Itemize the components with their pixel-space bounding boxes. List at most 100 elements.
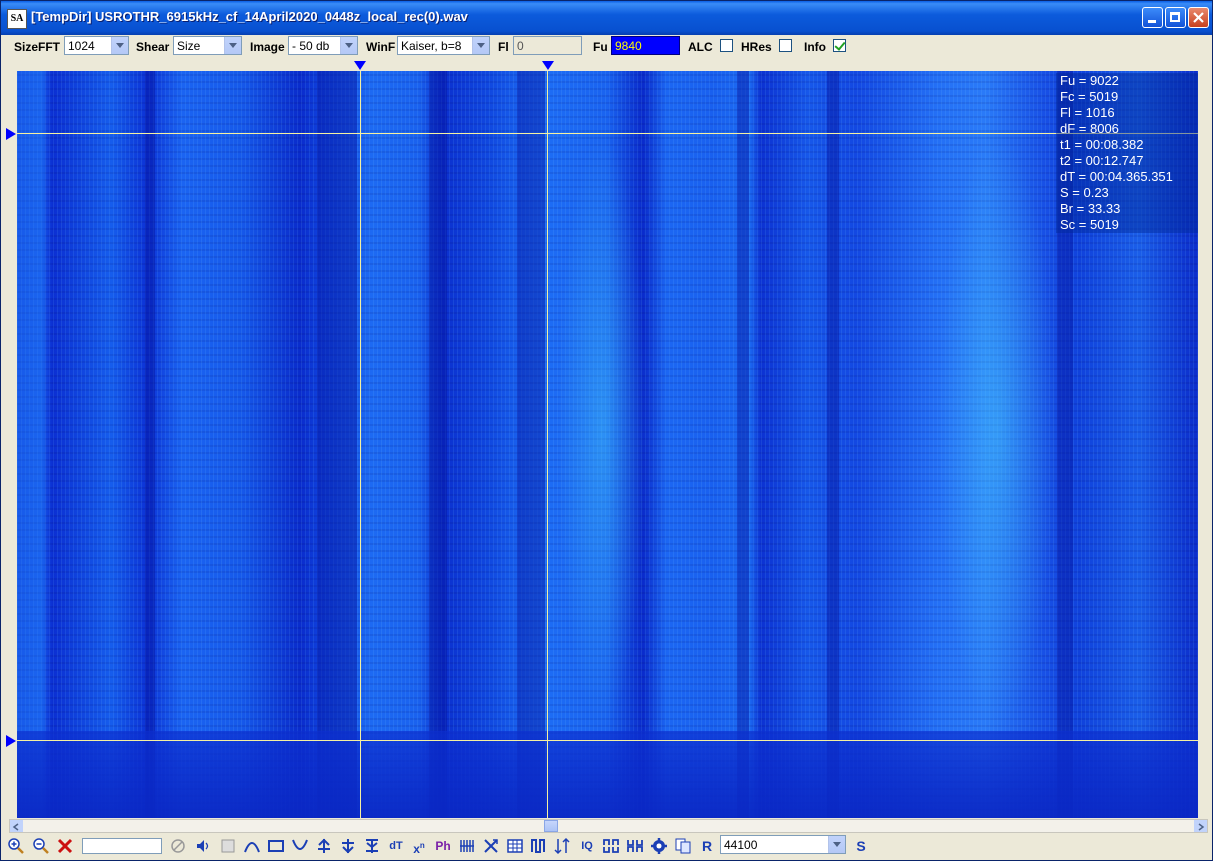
chevron-left-icon: [12, 823, 19, 831]
fu-field[interactable]: 9840: [611, 36, 680, 55]
hres-checkbox[interactable]: [779, 39, 792, 52]
speaker-icon[interactable]: [194, 837, 212, 855]
arc-up-icon[interactable]: [243, 837, 261, 855]
spectral-gap: [145, 71, 155, 818]
spectral-gap: [827, 71, 839, 818]
info-sc: Sc = 5019: [1060, 217, 1119, 232]
sizefft-select[interactable]: 1024: [64, 36, 129, 55]
scroll-left-button[interactable]: [10, 820, 23, 832]
spectral-band: [17, 71, 45, 818]
spectrogram-panel: [1, 59, 1212, 821]
minimize-icon: [1148, 20, 1156, 23]
delete-icon[interactable]: [56, 837, 74, 855]
freq-marker-upper-handle[interactable]: [6, 128, 16, 140]
chevron-down-icon[interactable]: [472, 37, 489, 54]
tool-b-icon[interactable]: [339, 837, 357, 855]
spectral-hotspot: [937, 131, 1057, 731]
no-icon[interactable]: [169, 837, 187, 855]
freq-cursor-lower: [17, 740, 1198, 741]
iq-icon[interactable]: IQ: [578, 837, 596, 855]
maximize-icon: [1170, 12, 1180, 22]
stop-icon[interactable]: [219, 837, 237, 855]
chevron-right-icon: [1198, 823, 1205, 831]
time-cursor-t2: [547, 71, 548, 818]
ph-icon[interactable]: Ph: [434, 837, 452, 855]
chevron-down-icon[interactable]: [828, 836, 845, 853]
zoom-out-icon[interactable]: [32, 837, 50, 855]
spectral-gap: [429, 71, 447, 818]
image-value: - 50 db: [292, 39, 330, 53]
winf-select[interactable]: Kaiser, b=8: [397, 36, 490, 55]
winf-value: Kaiser, b=8: [401, 39, 462, 53]
settings-toolbar: SizeFFT 1024 Shear Size Image - 50 db Wi…: [1, 35, 1212, 59]
xn-icon[interactable]: xn: [410, 837, 428, 856]
freq-marker-lower-handle[interactable]: [6, 735, 16, 747]
cross-icon[interactable]: [482, 837, 500, 855]
dt-icon[interactable]: dT: [386, 837, 406, 855]
shear-select[interactable]: Size: [173, 36, 242, 55]
gear-icon[interactable]: [650, 837, 668, 855]
tool-a-icon[interactable]: [315, 837, 333, 855]
info-checkbox[interactable]: [833, 39, 846, 52]
chevron-down-icon[interactable]: [111, 37, 128, 54]
sizefft-value: 1024: [68, 39, 95, 53]
maximize-button[interactable]: [1165, 7, 1186, 28]
sizefft-label: SizeFFT: [14, 40, 61, 54]
spectrogram-canvas[interactable]: [17, 71, 1198, 818]
pattern-b-icon[interactable]: [626, 837, 644, 855]
time-marker-t2-handle[interactable]: [542, 61, 554, 70]
grid-icon[interactable]: [506, 837, 524, 855]
low-frequency-band: [17, 731, 1198, 818]
comb-icon[interactable]: [458, 837, 476, 855]
s-icon[interactable]: S: [852, 837, 870, 855]
chevron-down-icon[interactable]: [224, 37, 241, 54]
bottom-input-field[interactable]: [82, 838, 162, 854]
horizontal-scrollbar[interactable]: [9, 819, 1208, 833]
freq-cursor-upper: [17, 133, 1198, 134]
zoom-in-icon[interactable]: [7, 837, 25, 855]
alc-checkbox[interactable]: [720, 39, 733, 52]
arc-down-icon[interactable]: [291, 837, 309, 855]
xn-icon-label: x: [413, 842, 420, 856]
info-fu: Fu = 9022: [1060, 73, 1119, 88]
pulse-icon[interactable]: [530, 837, 548, 855]
info-label: Info: [804, 40, 826, 54]
copy-icon[interactable]: [674, 837, 692, 855]
r-icon[interactable]: R: [698, 837, 716, 855]
info-t2: t2 = 00:12.747: [1060, 153, 1144, 168]
spectral-hotspot: [557, 131, 647, 731]
close-button[interactable]: [1188, 7, 1209, 28]
spectral-gap: [737, 71, 749, 818]
title-bar[interactable]: SA [TempDir] USROTHR_6915kHz_cf_14April2…: [1, 1, 1212, 35]
rectangle-icon[interactable]: [267, 837, 285, 855]
info-br: Br = 33.33: [1060, 201, 1121, 216]
sample-rate-value: 44100: [724, 838, 758, 852]
info-s: S = 0.23: [1060, 185, 1109, 200]
spectrum-analyzer-window: SA [TempDir] USROTHR_6915kHz_cf_14April2…: [0, 0, 1213, 861]
fl-field[interactable]: 0: [513, 36, 582, 55]
app-icon: SA: [7, 9, 27, 29]
up-down-icon[interactable]: [554, 837, 572, 855]
minimize-button[interactable]: [1142, 7, 1163, 28]
sample-rate-select[interactable]: 44100: [720, 835, 846, 854]
shear-value: Size: [177, 39, 201, 53]
window-title: [TempDir] USROTHR_6915kHz_cf_14April2020…: [31, 9, 468, 24]
image-label: Image: [250, 40, 285, 54]
spectral-gap: [317, 71, 357, 818]
chevron-down-icon[interactable]: [340, 37, 357, 54]
scroll-thumb[interactable]: [544, 820, 558, 832]
pattern-a-icon[interactable]: [602, 837, 620, 855]
scroll-right-button[interactable]: [1194, 820, 1207, 832]
winf-label: WinF: [366, 40, 396, 54]
time-marker-t1-handle[interactable]: [354, 61, 366, 70]
info-fl: Fl = 1016: [1060, 105, 1115, 120]
info-overlay: Fu = 9022 Fc = 5019 Fl = 1016 dF = 8006 …: [1056, 73, 1198, 233]
tool-c-icon[interactable]: [363, 837, 381, 855]
fl-label: Fl: [498, 40, 509, 54]
image-select[interactable]: - 50 db: [288, 36, 358, 55]
shear-label: Shear: [136, 40, 170, 54]
time-cursor-t1: [360, 71, 361, 818]
bottom-toolbar: dT xn Ph IQ R 44100 S: [1, 834, 1212, 860]
close-icon: [1193, 12, 1204, 23]
info-df: dF = 8006: [1060, 121, 1119, 136]
